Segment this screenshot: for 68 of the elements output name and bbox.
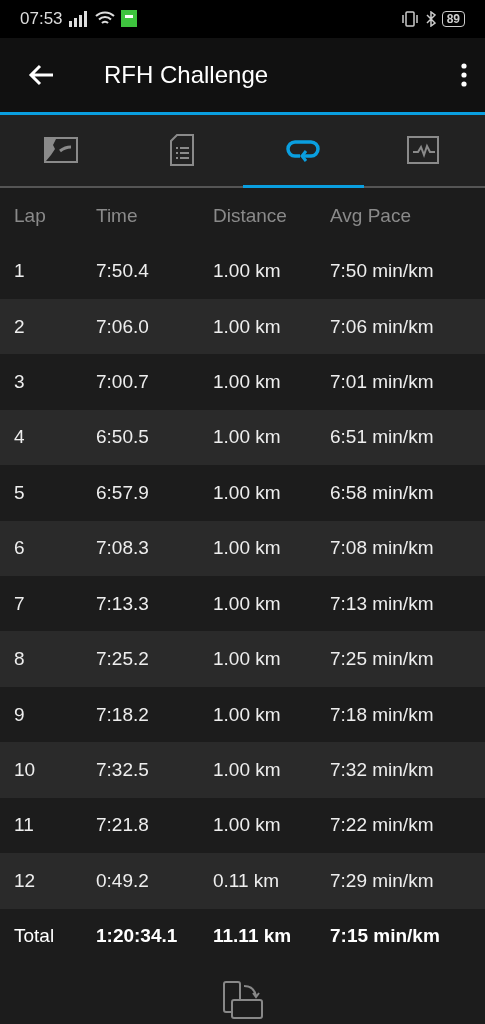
table-cell-text: 7 [14,592,26,615]
table-cell-text: 7:06 min/km [330,315,435,338]
table-cell-text: 7:22 min/km [330,814,435,837]
table-cell-text: 1.00 km [213,537,282,560]
vibrate-icon [399,10,420,27]
battery-level: 89 [441,10,465,27]
table-cell-text: 7:25.2 [96,648,150,671]
table-cell-text: 1.00 km [213,703,282,726]
signal-icon [68,10,89,27]
table-cell-text: 1.00 km [213,592,282,615]
table-cell-text: 6:58 min/km [330,481,435,504]
total-cell-text: 1:20:34.1 [96,925,179,948]
total-cell-text: Total [14,925,56,948]
table-cell-text: 9 [14,703,26,726]
table-cell-text: 7:06.0 [96,315,150,338]
table-cell-text: 1.00 km [213,315,282,338]
total-cell-text: 7:15 min/km [330,925,441,948]
table-cell-text: 7:21.8 [96,814,150,837]
table-cell-text: 6:51 min/km [330,426,435,449]
table-cell-text: 7:50 min/km [330,260,435,283]
total-cell-text: 11.11 km [213,925,293,948]
table-cell-text: 7:50.4 [96,260,150,283]
table-cell-text: 7:18 min/km [330,703,435,726]
table-cell-text: 6:57.9 [96,481,150,504]
bluetooth-icon [425,10,436,27]
table-cell-text: 12 [14,869,37,892]
table-cell-text: 1.00 km [213,260,282,283]
table-cell-text: 7:08 min/km [330,537,435,560]
table-cell-text: 0.11 km [213,869,281,892]
table-cell-text: 7:32 min/km [330,759,435,781]
app-notification-icon [120,10,137,28]
table-cell-text: 7:29 min/km [330,869,435,892]
table-cell-text: 7:13 min/km [330,592,435,615]
table-cell-text: 7:13.3 [96,592,150,615]
table-cell-text: 2 [14,315,26,338]
table-cell-text: 7:18.2 [96,703,150,726]
table-cell-text: 3 [14,371,26,394]
column-header: Time [96,204,139,227]
table-cell-text: 1.00 km [213,371,282,394]
back-arrow-icon[interactable] [28,63,54,86]
table-cell-text: 7:00.7 [96,371,150,394]
table-cell-text: 4 [14,426,26,449]
table-cell-text: 1.00 km [213,648,282,671]
more-menu-icon[interactable] [461,62,467,87]
column-header: Distance [213,204,288,227]
rotate-screen-icon[interactable] [221,980,264,1020]
table-cell-text: 8 [14,648,26,671]
table-cell-text: 1.00 km [213,814,282,837]
table-cell-text: 5 [14,481,26,504]
table-cell-text: 0:49.2 [96,869,150,892]
column-header: Avg Pace [330,204,412,227]
table-cell-text: 7:32.5 [96,759,150,781]
table-cell-text: 7:01 min/km [330,371,435,394]
column-header: Lap [14,204,47,227]
table-cell-text: 10 [14,759,37,781]
map-icon [42,134,79,165]
status-time: 07:53 [20,8,63,29]
table-cell-text: 1.00 km [213,481,282,504]
table-cell-text: 6 [14,537,26,560]
table-cell-text: 1 [14,260,26,283]
table-cell-text: 11 [14,814,35,837]
document-list-icon [169,133,194,166]
table-cell-text: 1.00 km [213,759,282,781]
table-cell-text: 1.00 km [213,426,282,449]
table-cell-text: 7:25 min/km [330,648,435,671]
table-cell-text: 7:08.3 [96,537,150,560]
table-cell-text: 6:50.5 [96,426,150,449]
app-title: RFH Challenge [104,60,270,89]
